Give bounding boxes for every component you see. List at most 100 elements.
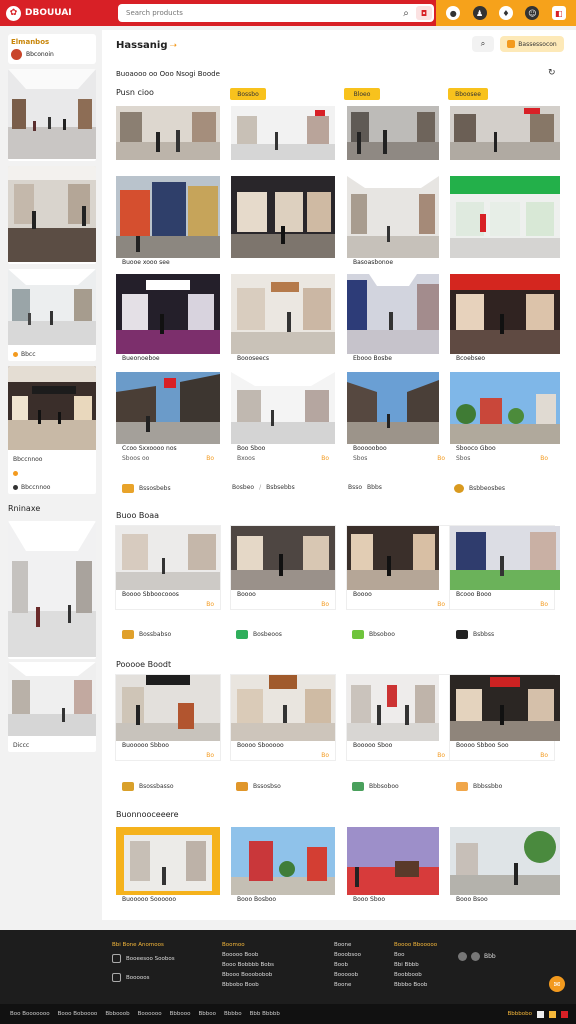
- shop-row[interactable]: Bosbeo / Bsbsebbs: [232, 484, 295, 491]
- shop-row[interactable]: Bsbbeosbes: [454, 484, 505, 493]
- filter-button[interactable]: Bassessocon: [500, 36, 564, 52]
- product-card[interactable]: Bueonoeboe: [116, 274, 220, 364]
- camera-icon[interactable]: ◘: [416, 6, 432, 20]
- product-card[interactable]: Boooo Sbboo Soo Bo: [450, 675, 560, 760]
- product-card[interactable]: Boooo Bo: [231, 526, 335, 609]
- notification-icon[interactable]: ♦: [498, 6, 513, 20]
- footer-link[interactable]: Bbbobo Boob: [222, 980, 274, 990]
- search-button[interactable]: ⌕: [472, 36, 494, 52]
- social-icon[interactable]: [471, 952, 480, 961]
- product-card[interactable]: Boooo Bo: [347, 526, 451, 609]
- shop-row[interactable]: Bbbssbbo: [456, 782, 502, 791]
- social-links: Bbb: [458, 952, 496, 961]
- product-image: [450, 106, 560, 160]
- product-card[interactable]: Booo Sboo: [347, 827, 451, 905]
- bottom-link[interactable]: Booo Boboooo: [58, 1011, 98, 1017]
- footer-link[interactable]: Booooob: [334, 970, 361, 980]
- sidebar-card[interactable]: [8, 521, 96, 659]
- product-card[interactable]: Bcoebseo: [450, 274, 560, 364]
- bottom-link[interactable]: Bbbooo: [170, 1011, 191, 1017]
- user-icon[interactable]: ♟: [472, 6, 487, 20]
- product-title: Bueonoeboe: [122, 355, 160, 362]
- coins-icon[interactable]: ●: [446, 6, 461, 20]
- tag-badge[interactable]: Bloeo: [344, 88, 380, 100]
- product-card[interactable]: Buooooo Sbboo Bo: [116, 675, 220, 760]
- shop-row[interactable]: Bsossbasso: [122, 782, 174, 791]
- product-card[interactable]: [450, 106, 560, 160]
- product-card[interactable]: [450, 176, 560, 258]
- footer-link[interactable]: Boone: [334, 980, 361, 990]
- product-card[interactable]: Booo Bsoo: [450, 827, 560, 905]
- bottom-link[interactable]: Boooooo: [138, 1011, 162, 1017]
- bottom-link[interactable]: Bbb Bbbbb: [250, 1011, 280, 1017]
- shop-row[interactable]: Bossbabso: [122, 630, 171, 639]
- product-card[interactable]: Boo Sboo Bxoos Bo: [231, 372, 335, 463]
- footer-link[interactable]: Booeesoo Soobos: [126, 956, 175, 962]
- flag-icon[interactable]: [537, 1010, 544, 1018]
- product-card[interactable]: [231, 176, 335, 258]
- shop-row[interactable]: Bbbsoboo: [352, 782, 399, 791]
- product-card[interactable]: Buooooo Soooooo: [116, 827, 220, 905]
- footer-link[interactable]: Bbooo Booobobob: [222, 970, 274, 980]
- product-card[interactable]: Boooooboo Sbos Bo: [347, 372, 451, 463]
- refresh-icon[interactable]: ↻: [548, 68, 556, 78]
- footer-link[interactable]: Booobsoo: [334, 950, 361, 960]
- product-card[interactable]: Basoasbonoe: [347, 176, 451, 268]
- shop-icon: [352, 782, 364, 791]
- site-footer: Bbi Bone Anomoos Booeesoo Soobos Booooos…: [0, 930, 576, 1004]
- product-title: Ccoo Sxxoooo nos: [122, 445, 177, 452]
- product-card[interactable]: [116, 106, 220, 160]
- product-card[interactable]: Booooo Sboo Bo: [347, 675, 451, 760]
- sidebar-card[interactable]: [8, 166, 96, 264]
- shop-row[interactable]: Bbsoboo: [352, 630, 395, 639]
- product-image: [347, 176, 439, 258]
- region-icon[interactable]: [561, 1010, 568, 1018]
- shop-row[interactable]: Bsso Bbbs: [348, 484, 382, 491]
- user-row[interactable]: Bbconoin: [11, 47, 93, 61]
- lang-icon[interactable]: [549, 1010, 556, 1018]
- shop-row[interactable]: Bosbeoos: [236, 630, 282, 639]
- footer-link[interactable]: Booo Bobbbb Bobs: [222, 960, 274, 970]
- footer-link[interactable]: Boob: [334, 960, 361, 970]
- shop-row[interactable]: Bssosbebs: [122, 484, 171, 493]
- shop-row[interactable]: Bsbbss: [456, 630, 494, 639]
- product-card[interactable]: Boooo Sbboocooos Bo: [116, 526, 220, 609]
- product-card[interactable]: Boooo Sbooooo Bo: [231, 675, 335, 760]
- product-card[interactable]: Sbooco Gboo Sbos Bo: [450, 372, 560, 463]
- shop-row[interactable]: Bssosbso: [236, 782, 281, 791]
- bottom-link[interactable]: Bbboo: [198, 1011, 216, 1017]
- product-card[interactable]: Ebooo Bosbe: [347, 274, 451, 364]
- product-card[interactable]: Boooseecs: [231, 274, 335, 364]
- footer-link[interactable]: Boo: [394, 950, 437, 960]
- footer-link[interactable]: Booooos: [126, 975, 149, 981]
- sidebar-card[interactable]: [8, 69, 96, 161]
- product-card[interactable]: [231, 106, 335, 160]
- product-card[interactable]: [347, 106, 451, 160]
- chat-icon[interactable]: ✉: [549, 976, 565, 992]
- footer-link[interactable]: Boobboob: [394, 970, 437, 980]
- product-card[interactable]: Ccoo Sxxoooo nos Sboos oo Bo: [116, 372, 220, 463]
- bottom-link[interactable]: Bbbbo: [224, 1011, 242, 1017]
- product-card[interactable]: Bcooo Booo Bo: [450, 526, 560, 609]
- product-card[interactable]: Booo Bosboo: [231, 827, 335, 905]
- product-image: [231, 176, 335, 258]
- footer-link[interactable]: Bbbbo Boob: [394, 980, 437, 990]
- sidebar-card[interactable]: Bbccnnoo Bbccnnoo: [8, 366, 96, 494]
- tag-badge[interactable]: Bossbo: [230, 88, 266, 100]
- search-input[interactable]: [126, 9, 396, 17]
- profile-icon[interactable]: ☺: [525, 6, 540, 20]
- social-icon[interactable]: [458, 952, 467, 961]
- product-card[interactable]: Buooe xooo see: [116, 176, 220, 268]
- search-icon[interactable]: ⌕: [396, 8, 416, 19]
- cart-icon[interactable]: ◧: [551, 6, 566, 20]
- tag-badge[interactable]: Bboosee: [448, 88, 488, 100]
- footer-link[interactable]: Bbi Bbbb: [394, 960, 437, 970]
- footer-link[interactable]: Booooo Boob: [222, 950, 274, 960]
- sidebar-card[interactable]: Bbcc: [8, 269, 96, 361]
- bottom-link[interactable]: Boo Booooooo: [10, 1011, 50, 1017]
- bottom-link[interactable]: Bbbooob: [105, 1011, 129, 1017]
- brand-logo[interactable]: ✿ DBOUUAI: [0, 5, 114, 21]
- product-title: Boooo: [353, 591, 372, 598]
- bottom-right-label[interactable]: Bbbbobo: [508, 1011, 532, 1017]
- sidebar-card[interactable]: Diccc: [8, 662, 96, 752]
